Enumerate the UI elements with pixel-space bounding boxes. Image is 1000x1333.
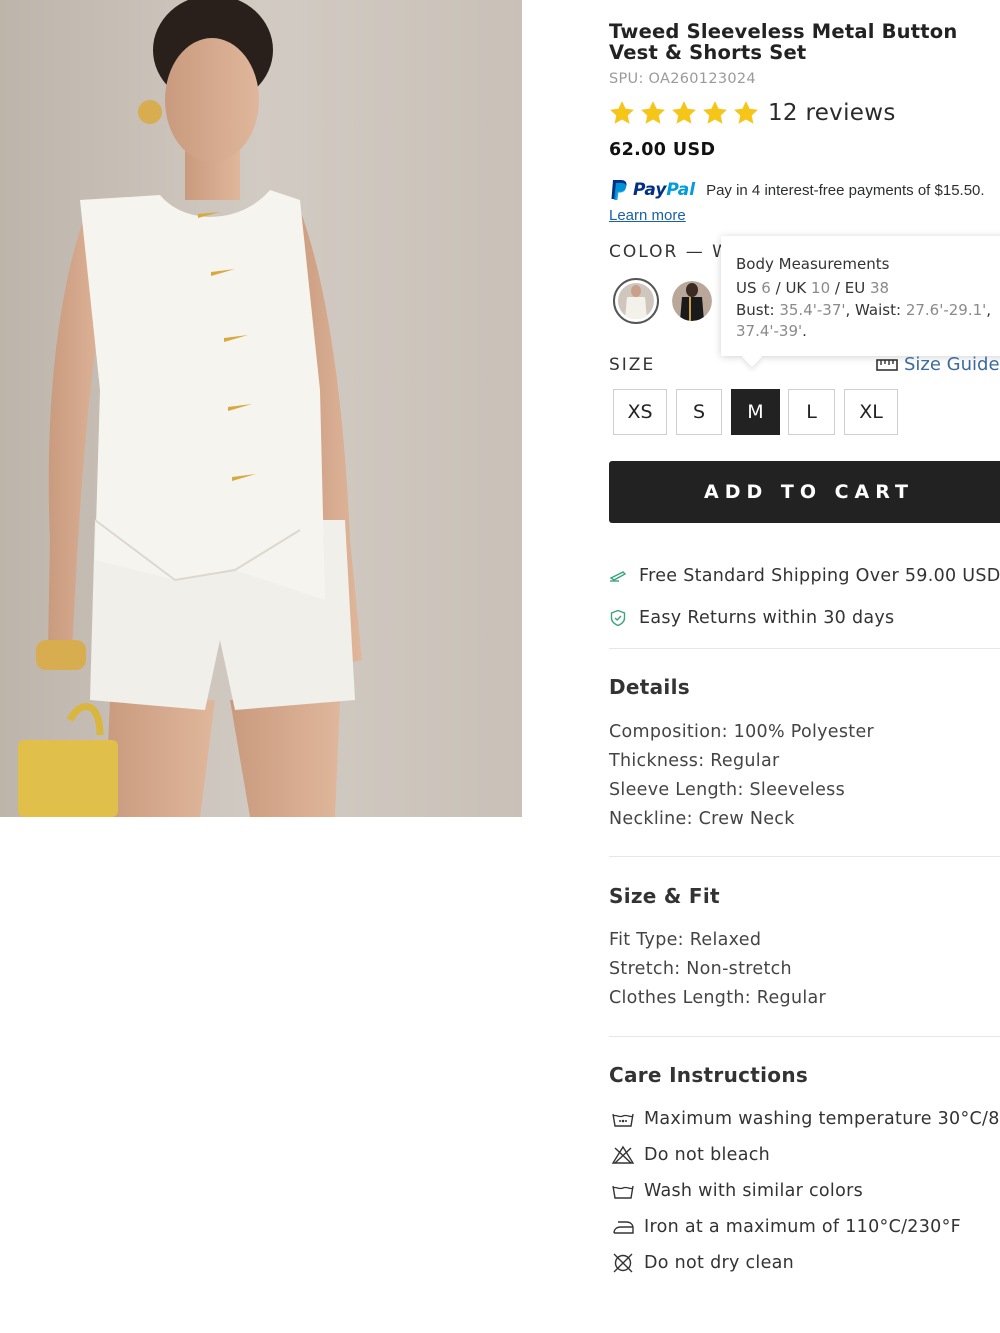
care-item: Wash with similar colors	[611, 1181, 863, 1201]
care-item: Maximum washing temperature 30°C/86	[611, 1109, 1000, 1129]
product-title: Tweed Sleeveless Metal Button Vest & Sho…	[609, 20, 958, 64]
star-icon	[734, 101, 758, 124]
care-item: Do not bleach	[611, 1145, 770, 1165]
uk-value: 10	[811, 279, 831, 297]
wash-icon	[612, 1185, 634, 1199]
tooltip-arrow	[742, 347, 762, 367]
tooltip-size-line: US 6 / UK 10 / EU 38	[736, 279, 889, 297]
tooltip-hip-line: 37.4'-39'.	[736, 322, 807, 340]
shield-check-icon	[610, 609, 626, 627]
wash-30-icon	[612, 1113, 634, 1127]
care-heading[interactable]: Care Instructions	[609, 1063, 808, 1087]
bust-value: 35.4'-37'	[779, 301, 846, 319]
size-option-xs[interactable]: XS	[613, 389, 667, 435]
waist-suffix: ,	[986, 301, 992, 319]
divider	[609, 856, 1000, 857]
detail-item: Sleeve Length: Sleeveless	[609, 780, 845, 800]
care-text: Iron at a maximum of 110°C/230°F	[644, 1217, 962, 1237]
shipping-icon	[609, 571, 627, 582]
paypal-logo-pal: Pal	[666, 180, 696, 200]
care-item: Do not dry clean	[611, 1253, 794, 1273]
paypal-logo: PayPal	[609, 179, 695, 201]
size-option-l[interactable]: L	[788, 389, 835, 435]
divider	[609, 648, 1000, 649]
reviews-link[interactable]: 12 reviews	[768, 100, 896, 126]
detail-item: Composition: 100% Polyester	[609, 722, 875, 742]
star-icon	[703, 101, 727, 124]
paypal-text: Pay in 4 interest-free payments of $15.5…	[706, 181, 985, 199]
hip-value: 37.4'-39'	[736, 322, 803, 340]
care-text: Do not bleach	[644, 1145, 771, 1165]
color-swatch-black[interactable]	[672, 281, 712, 321]
shipping-perk: Free Standard Shipping Over 59.00 USD+	[609, 566, 1000, 586]
size-option-m[interactable]: M	[731, 389, 780, 435]
no-bleach-icon	[611, 1145, 635, 1164]
us-value: 6	[761, 279, 771, 297]
care-text: Wash with similar colors	[644, 1181, 864, 1201]
returns-perk: Easy Returns within 30 days	[609, 608, 894, 628]
bust-label: Bust:	[736, 301, 775, 319]
product-price: 62.00 USD	[609, 140, 716, 160]
hip-suffix: .	[802, 322, 807, 340]
body-measurements-tooltip: Body Measurements US 6 / UK 10 / EU 38 B…	[721, 236, 1000, 367]
star-icon	[610, 101, 634, 124]
ruler-icon	[876, 358, 898, 371]
star-icon	[672, 101, 696, 124]
care-item: Iron at a maximum of 110°C/230°F	[611, 1217, 961, 1237]
size-label: SIZE	[609, 355, 656, 375]
detail-item: Thickness: Regular	[609, 751, 780, 771]
learn-more-link[interactable]: Learn more	[609, 207, 686, 224]
divider	[609, 1036, 1000, 1037]
rating[interactable]: 12 reviews	[608, 99, 896, 127]
product-image[interactable]	[0, 0, 522, 817]
paypal-message: PayPal Pay in 4 interest-free payments o…	[609, 179, 1000, 201]
paypal-icon	[611, 180, 627, 200]
fit-item: Fit Type: Relaxed	[609, 930, 762, 950]
us-label: US	[736, 279, 757, 297]
shipping-text: Free Standard Shipping Over 59.00 USD+	[639, 566, 1000, 586]
color-swatch-white[interactable]	[613, 278, 659, 324]
iron-icon	[613, 1221, 634, 1234]
waist-value: 27.6'-29.1'	[905, 301, 987, 319]
tooltip-measure-line: Bust: 35.4'-37', Waist: 27.6'-29.1',	[736, 301, 991, 319]
size-guide-link[interactable]: Size Guide	[876, 354, 1000, 375]
care-text: Do not dry clean	[644, 1253, 795, 1273]
care-text: Maximum washing temperature 30°C/86	[644, 1109, 1000, 1129]
uk-label: / UK	[775, 279, 807, 297]
eu-value: 38	[869, 279, 890, 297]
no-dry-clean-icon	[613, 1253, 633, 1273]
details-heading[interactable]: Details	[609, 675, 690, 699]
tooltip-title: Body Measurements	[736, 255, 890, 273]
color-label: COLOR — W	[609, 242, 731, 262]
size-guide-label: Size Guide	[904, 354, 1000, 375]
size-option-s[interactable]: S	[676, 389, 722, 435]
star-icon	[641, 101, 665, 124]
returns-text: Easy Returns within 30 days	[639, 608, 895, 628]
size-option-xl[interactable]: XL	[844, 389, 898, 435]
detail-item: Neckline: Crew Neck	[609, 809, 795, 829]
fit-item: Stretch: Non-stretch	[609, 959, 792, 979]
product-spu: SPU: OA260123024	[609, 71, 756, 87]
paypal-logo-pay: Pay	[633, 180, 667, 200]
size-fit-heading[interactable]: Size & Fit	[609, 884, 720, 908]
waist-label: , Waist:	[845, 301, 902, 319]
eu-label: / EU	[834, 279, 866, 297]
add-to-cart-button[interactable]: ADD TO CART	[609, 461, 1000, 523]
fit-item: Clothes Length: Regular	[609, 988, 827, 1008]
